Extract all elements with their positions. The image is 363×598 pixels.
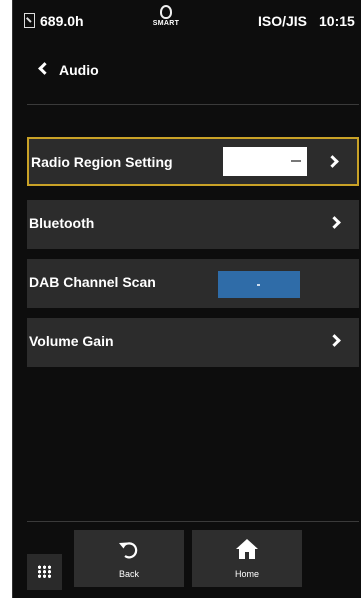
undo-arrow-icon <box>74 536 184 562</box>
home-button[interactable]: Home <box>192 530 302 587</box>
radio-region-value-field[interactable] <box>223 147 307 176</box>
page-title: Audio <box>59 62 99 78</box>
chevron-right-icon[interactable] <box>328 334 341 347</box>
back-navigation[interactable]: Audio <box>13 56 361 92</box>
chevron-left-icon[interactable] <box>38 62 51 75</box>
menu-item-volume-gain[interactable]: Volume Gain <box>27 318 359 367</box>
menu-item-bluetooth[interactable]: Bluetooth <box>27 200 359 249</box>
chevron-right-icon[interactable] <box>326 155 339 168</box>
menu-item-dab-channel-scan[interactable]: DAB Channel Scan <box>27 259 359 308</box>
back-button-label: Back <box>118 569 139 579</box>
value-dash <box>291 160 301 162</box>
status-bar: 689.0h SMART ISO/JIS 10:15 <box>13 0 361 44</box>
grid-icon <box>37 565 52 578</box>
menu-item-radio-region-setting[interactable]: Radio Region Setting <box>27 137 359 186</box>
header-divider <box>27 104 359 105</box>
apps-menu-button[interactable] <box>27 554 62 590</box>
bottom-divider <box>27 521 359 522</box>
menu-item-label: DAB Channel Scan <box>29 274 156 290</box>
screen: 689.0h SMART ISO/JIS 10:15 Audio Radio R… <box>12 0 361 598</box>
chevron-right-icon[interactable] <box>328 216 341 229</box>
dab-scan-button[interactable] <box>218 271 300 298</box>
smart-bulb-icon: SMART <box>151 5 181 27</box>
home-button-label: Home <box>234 569 259 579</box>
scan-button-text <box>257 284 260 286</box>
menu-item-label: Bluetooth <box>29 215 95 231</box>
back-button[interactable]: Back <box>74 530 184 587</box>
clock: 10:15 <box>319 13 355 29</box>
hourglass-icon <box>24 13 35 28</box>
smart-label: SMART <box>152 20 180 27</box>
menu-item-label: Radio Region Setting <box>31 154 173 170</box>
menu-item-label: Volume Gain <box>29 333 114 349</box>
home-icon <box>192 536 302 562</box>
standard-indicator: ISO/JIS <box>258 13 308 29</box>
operating-hours: 689.0h <box>40 13 84 29</box>
